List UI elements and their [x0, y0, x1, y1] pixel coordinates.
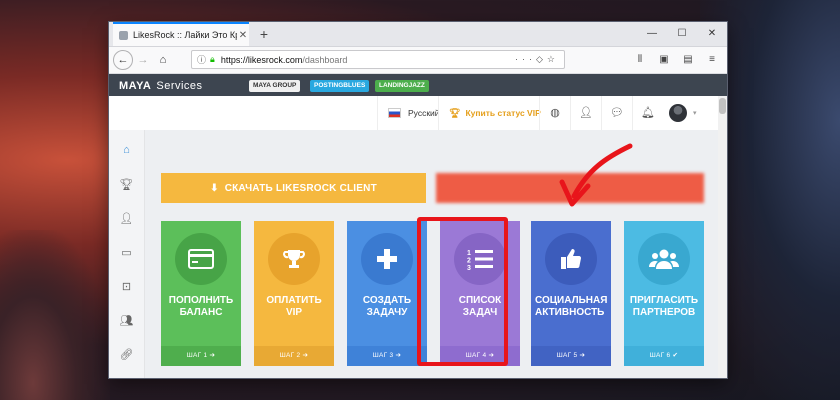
trophy-icon: 🏆︎ — [449, 107, 461, 118]
globe-icon[interactable]: ◍ — [539, 96, 570, 130]
more-icon[interactable]: ··· — [515, 54, 536, 64]
user-icon[interactable]: 👤︎ — [109, 212, 144, 225]
card-step: ШАГ 3 ➔ — [347, 346, 427, 366]
url-domain: https://likesrock.com — [220, 54, 303, 65]
card-pay-vip[interactable]: ОПЛАТИТЬ VIP ШАГ 2 ➔ — [254, 221, 334, 366]
card-step: ШАГ 1 ➔ — [161, 346, 241, 366]
menu-icon[interactable]: ≡ — [703, 50, 721, 70]
brand-landingjazz[interactable]: LANDINGJAZZ — [375, 80, 429, 92]
site-logo[interactable]: MAYA Services — [119, 80, 203, 92]
card-title: СОЗДАТЬ ЗАДАЧУ — [362, 295, 412, 318]
plus-icon — [361, 233, 413, 285]
trophy-icon — [268, 233, 320, 285]
back-button[interactable]: ← — [113, 50, 133, 70]
card-title: ОПЛАТИТЬ VIP — [266, 295, 322, 318]
card-social-activity[interactable]: СОЦИАЛЬНАЯ АКТИВНОСТЬ ШАГ 5 ➔ — [531, 221, 611, 366]
download-label: СКАЧАТЬ LIKESROCK CLIENT — [224, 182, 377, 194]
language-label: Русский — [408, 108, 440, 118]
card-top-up-balance[interactable]: ПОПОЛНИТЬ БАЛАНС ШАГ 1 ➔ — [161, 221, 241, 366]
browser-tab[interactable]: LikesRock :: Лайки Это Круто! ✕ — [113, 22, 249, 46]
red-highlight-box — [417, 217, 508, 366]
avatar[interactable] — [669, 104, 687, 122]
credit-card-icon[interactable]: ▭ — [109, 246, 144, 259]
link-icon[interactable]: 🔗︎ — [109, 348, 144, 361]
minimize-icon[interactable]: — — [637, 22, 667, 46]
sidebar-toggle-icon[interactable]: ▣ — [655, 50, 673, 70]
scrollbar-thumb[interactable] — [719, 98, 726, 114]
card-create-task[interactable]: СОЗДАТЬ ЗАДАЧУ ШАГ 3 ➔ — [347, 221, 427, 366]
nav-bar: ← → ⌂ ⓘ 🔒︎ https://likesrock.com/dashboa… — [109, 47, 727, 74]
users-icon — [638, 233, 690, 285]
site-topbar: Русский 🏆︎ Купить статус VIP ◍ 👤︎ 💬︎ 🔔︎ … — [109, 96, 718, 131]
url-bar[interactable]: ⓘ 🔒︎ https://likesrock.com/dashboard ···… — [191, 50, 565, 69]
brand-maya-group[interactable]: MAYA GROUP — [249, 80, 301, 92]
lock-icon[interactable]: 🔒︎ — [210, 54, 215, 65]
pocket-icon[interactable]: ◇ — [536, 54, 547, 64]
maximize-icon[interactable]: ☐ — [667, 22, 697, 46]
tab-close-icon[interactable]: ✕ — [237, 30, 249, 41]
download-client-button[interactable]: ⬇ СКАЧАТЬ LIKESROCK CLIENT — [161, 173, 426, 203]
url-path: /dashboard — [302, 54, 348, 65]
money-icon[interactable]: ⊡ — [109, 280, 144, 293]
card-title: СОЦИАЛЬНАЯ АКТИВНОСТЬ — [535, 295, 608, 318]
window-controls: — ☐ ✕ — [637, 22, 727, 46]
credit-card-icon — [175, 233, 227, 285]
reader-icon[interactable]: ▤ — [679, 50, 697, 70]
tab-title: LikesRock :: Лайки Это Круто! — [133, 30, 237, 40]
trophy-icon[interactable]: 🏆︎ — [109, 178, 144, 191]
users-icon[interactable]: 👥︎ — [109, 314, 144, 327]
card-step: ШАГ 6 ✔ — [624, 346, 704, 366]
logo-text: MAYA — [119, 80, 152, 92]
info-icon[interactable]: ⓘ — [197, 53, 206, 66]
card-invite-partners[interactable]: ПРИГЛАСИТЬ ПАРТНЕРОВ ШАГ 6 ✔ — [624, 221, 704, 366]
tab-bar: LikesRock :: Лайки Это Круто! ✕ + — ☐ ✕ — [109, 22, 727, 47]
library-icon[interactable]: ⫴ — [631, 50, 649, 70]
forward-button[interactable]: → — [133, 50, 153, 70]
background-planet — [0, 230, 110, 400]
close-window-icon[interactable]: ✕ — [697, 22, 727, 46]
blurred-button[interactable] — [436, 173, 704, 203]
chevron-down-icon[interactable]: ▾ — [693, 109, 697, 117]
toolbar-right: ⫴ ▣ ▤ ≡ — [631, 50, 721, 70]
thumbs-up-icon — [545, 233, 597, 285]
left-sidebar: ⌂ 🏆︎ 👤︎ ▭ ⊡ 👥︎ 🔗︎ — [109, 130, 145, 378]
brand-postingblues[interactable]: POSTINGBLUES — [310, 80, 370, 92]
new-tab-button[interactable]: + — [255, 24, 273, 44]
download-icon: ⬇ — [210, 182, 219, 194]
url-actions: ···◇☆ — [515, 54, 559, 65]
bookmark-star-icon[interactable]: ☆ — [547, 54, 559, 64]
card-title: ПОПОЛНИТЬ БАЛАНС — [168, 295, 234, 318]
home-icon[interactable]: ⌂ — [109, 144, 144, 156]
logo-suffix: Services — [156, 80, 203, 92]
bell-icon[interactable]: 🔔︎ — [632, 96, 663, 130]
buy-vip-button[interactable]: 🏆︎ Купить статус VIP — [438, 96, 551, 130]
russia-flag-icon — [388, 108, 401, 118]
chat-icon[interactable]: 💬︎ — [601, 96, 632, 130]
site-header: MAYA Services MAYA GROUP POSTINGBLUES LAN… — [109, 74, 727, 98]
url-text: https://likesrock.com/dashboard — [221, 55, 515, 65]
vip-label: Купить статус VIP — [465, 108, 541, 118]
page-scrollbar[interactable] — [718, 96, 727, 378]
favicon-icon — [119, 30, 128, 40]
add-user-icon[interactable]: 👤︎ — [570, 96, 601, 130]
home-button[interactable]: ⌂ — [153, 50, 173, 70]
card-step: ШАГ 5 ➔ — [531, 346, 611, 366]
card-step: ШАГ 2 ➔ — [254, 346, 334, 366]
card-title: ПРИГЛАСИТЬ ПАРТНЕРОВ — [629, 295, 699, 318]
